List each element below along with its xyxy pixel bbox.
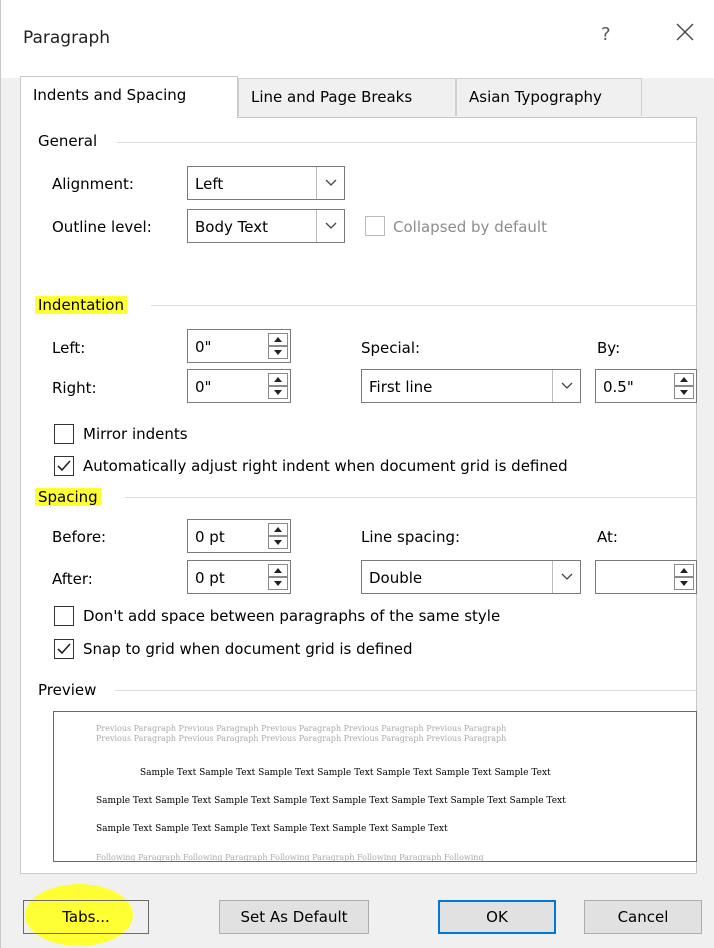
outline-level-select[interactable]: Body Text [187, 209, 345, 243]
increment-button[interactable] [674, 373, 694, 386]
checkmark-icon [57, 460, 71, 472]
auto-adjust-right-indent-label: Automatically adjust right indent when d… [83, 457, 568, 475]
at-spinner[interactable] [595, 560, 697, 594]
chevron-down-icon[interactable] [316, 210, 344, 242]
collapsed-by-default-checkbox[interactable] [365, 216, 385, 236]
ok-label: OK [486, 908, 508, 926]
by-spinner[interactable]: 0.5" [595, 369, 697, 403]
alignment-label: Alignment: [52, 175, 134, 193]
auto-adjust-right-indent-checkbox[interactable] [54, 456, 74, 476]
left-indent-spinner[interactable]: 0" [187, 329, 291, 363]
tabs-button-label: Tabs... [62, 908, 110, 926]
preview-sample-line: Sample Text Sample Text Sample Text Samp… [96, 824, 448, 834]
special-select[interactable]: First line [361, 369, 581, 403]
collapsed-by-default-label: Collapsed by default [393, 218, 547, 236]
at-label: At: [597, 528, 618, 546]
decrement-button[interactable] [268, 577, 288, 590]
right-indent-label: Right: [52, 379, 97, 397]
tab-label: Line and Page Breaks [251, 88, 413, 106]
mirror-indents-checkbox[interactable] [54, 424, 74, 444]
spinner-buttons [674, 564, 694, 590]
chevron-down-icon[interactable] [552, 561, 580, 593]
left-indent-value: 0" [195, 338, 212, 356]
line-spacing-select[interactable]: Double [361, 560, 581, 594]
set-as-default-label: Set As Default [240, 908, 348, 926]
general-divider [117, 142, 697, 143]
special-label: Special: [361, 339, 421, 357]
decrement-button[interactable] [268, 536, 288, 549]
spacing-divider [125, 497, 697, 498]
before-value: 0 pt [195, 528, 225, 546]
tabs-button[interactable]: Tabs... [23, 900, 149, 934]
preview-following-line: Following Paragraph Following Paragraph … [96, 853, 484, 862]
alignment-value: Left [195, 175, 224, 193]
spinner-buttons [268, 373, 288, 399]
left-indent-label: Left: [52, 339, 86, 357]
right-indent-value: 0" [195, 378, 212, 396]
indentation-heading: Indentation [35, 296, 127, 314]
by-label: By: [597, 339, 621, 357]
snap-to-grid-checkbox[interactable] [54, 639, 74, 659]
tab-label: Indents and Spacing [33, 86, 187, 104]
increment-button[interactable] [268, 333, 288, 346]
spacing-heading: Spacing [35, 488, 101, 506]
increment-button[interactable] [268, 523, 288, 536]
decrement-button[interactable] [674, 577, 694, 590]
line-spacing-label: Line spacing: [361, 528, 461, 546]
decrement-button[interactable] [268, 386, 288, 399]
before-label: Before: [52, 528, 107, 546]
set-as-default-button[interactable]: Set As Default [219, 900, 369, 934]
tab-label: Asian Typography [469, 88, 602, 106]
increment-button[interactable] [268, 564, 288, 577]
cancel-button[interactable]: Cancel [584, 900, 702, 934]
tab-asian-typography[interactable]: Asian Typography [456, 78, 642, 116]
checkmark-icon [57, 643, 71, 655]
indentation-heading-text: Indentation [35, 296, 127, 314]
spinner-buttons [674, 373, 694, 399]
right-indent-spinner[interactable]: 0" [187, 369, 291, 403]
chevron-down-icon[interactable] [316, 167, 344, 199]
ok-button[interactable]: OK [438, 900, 556, 934]
preview-box: Previous Paragraph Previous Paragraph Pr… [53, 711, 697, 862]
mirror-indents-label: Mirror indents [83, 425, 188, 443]
spinner-buttons [268, 333, 288, 359]
tab-indents-and-spacing[interactable]: Indents and Spacing [20, 76, 238, 118]
tab-line-and-page-breaks[interactable]: Line and Page Breaks [238, 78, 456, 116]
paragraph-dialog: Paragraph ? Indents and Spacing Line and… [0, 0, 714, 948]
preview-previous-line: Previous Paragraph Previous Paragraph Pr… [96, 724, 507, 733]
dialog-title: Paragraph [23, 28, 111, 48]
outline-level-value: Body Text [195, 218, 268, 236]
special-value: First line [369, 378, 433, 396]
spinner-buttons [268, 523, 288, 549]
help-button[interactable]: ? [601, 24, 611, 45]
decrement-button[interactable] [268, 346, 288, 359]
before-spinner[interactable]: 0 pt [187, 519, 291, 553]
chevron-down-icon[interactable] [552, 370, 580, 402]
dont-add-space-label: Don't add space between paragraphs of th… [83, 607, 501, 625]
title-bar: Paragraph ? [1, 0, 714, 78]
decrement-button[interactable] [674, 386, 694, 399]
preview-sample-line: Sample Text Sample Text Sample Text Samp… [96, 796, 566, 806]
dont-add-space-checkbox[interactable] [54, 606, 74, 626]
preview-previous-line: Previous Paragraph Previous Paragraph Pr… [96, 734, 507, 743]
snap-to-grid-label: Snap to grid when document grid is defin… [83, 640, 413, 658]
after-label: After: [52, 570, 93, 588]
line-spacing-value: Double [369, 569, 423, 587]
indentation-divider [151, 305, 697, 306]
outline-level-label: Outline level: [52, 218, 152, 236]
preview-divider [115, 690, 697, 691]
after-spinner[interactable]: 0 pt [187, 560, 291, 594]
close-icon[interactable] [673, 20, 697, 44]
spacing-heading-text: Spacing [35, 488, 101, 506]
after-value: 0 pt [195, 569, 225, 587]
increment-button[interactable] [268, 373, 288, 386]
by-value: 0.5" [603, 378, 634, 396]
increment-button[interactable] [674, 564, 694, 577]
preview-sample-line: Sample Text Sample Text Sample Text Samp… [140, 768, 551, 778]
spinner-buttons [268, 564, 288, 590]
preview-heading: Preview [38, 681, 97, 699]
general-heading: General [38, 132, 98, 150]
alignment-select[interactable]: Left [187, 166, 345, 200]
cancel-label: Cancel [617, 908, 669, 926]
